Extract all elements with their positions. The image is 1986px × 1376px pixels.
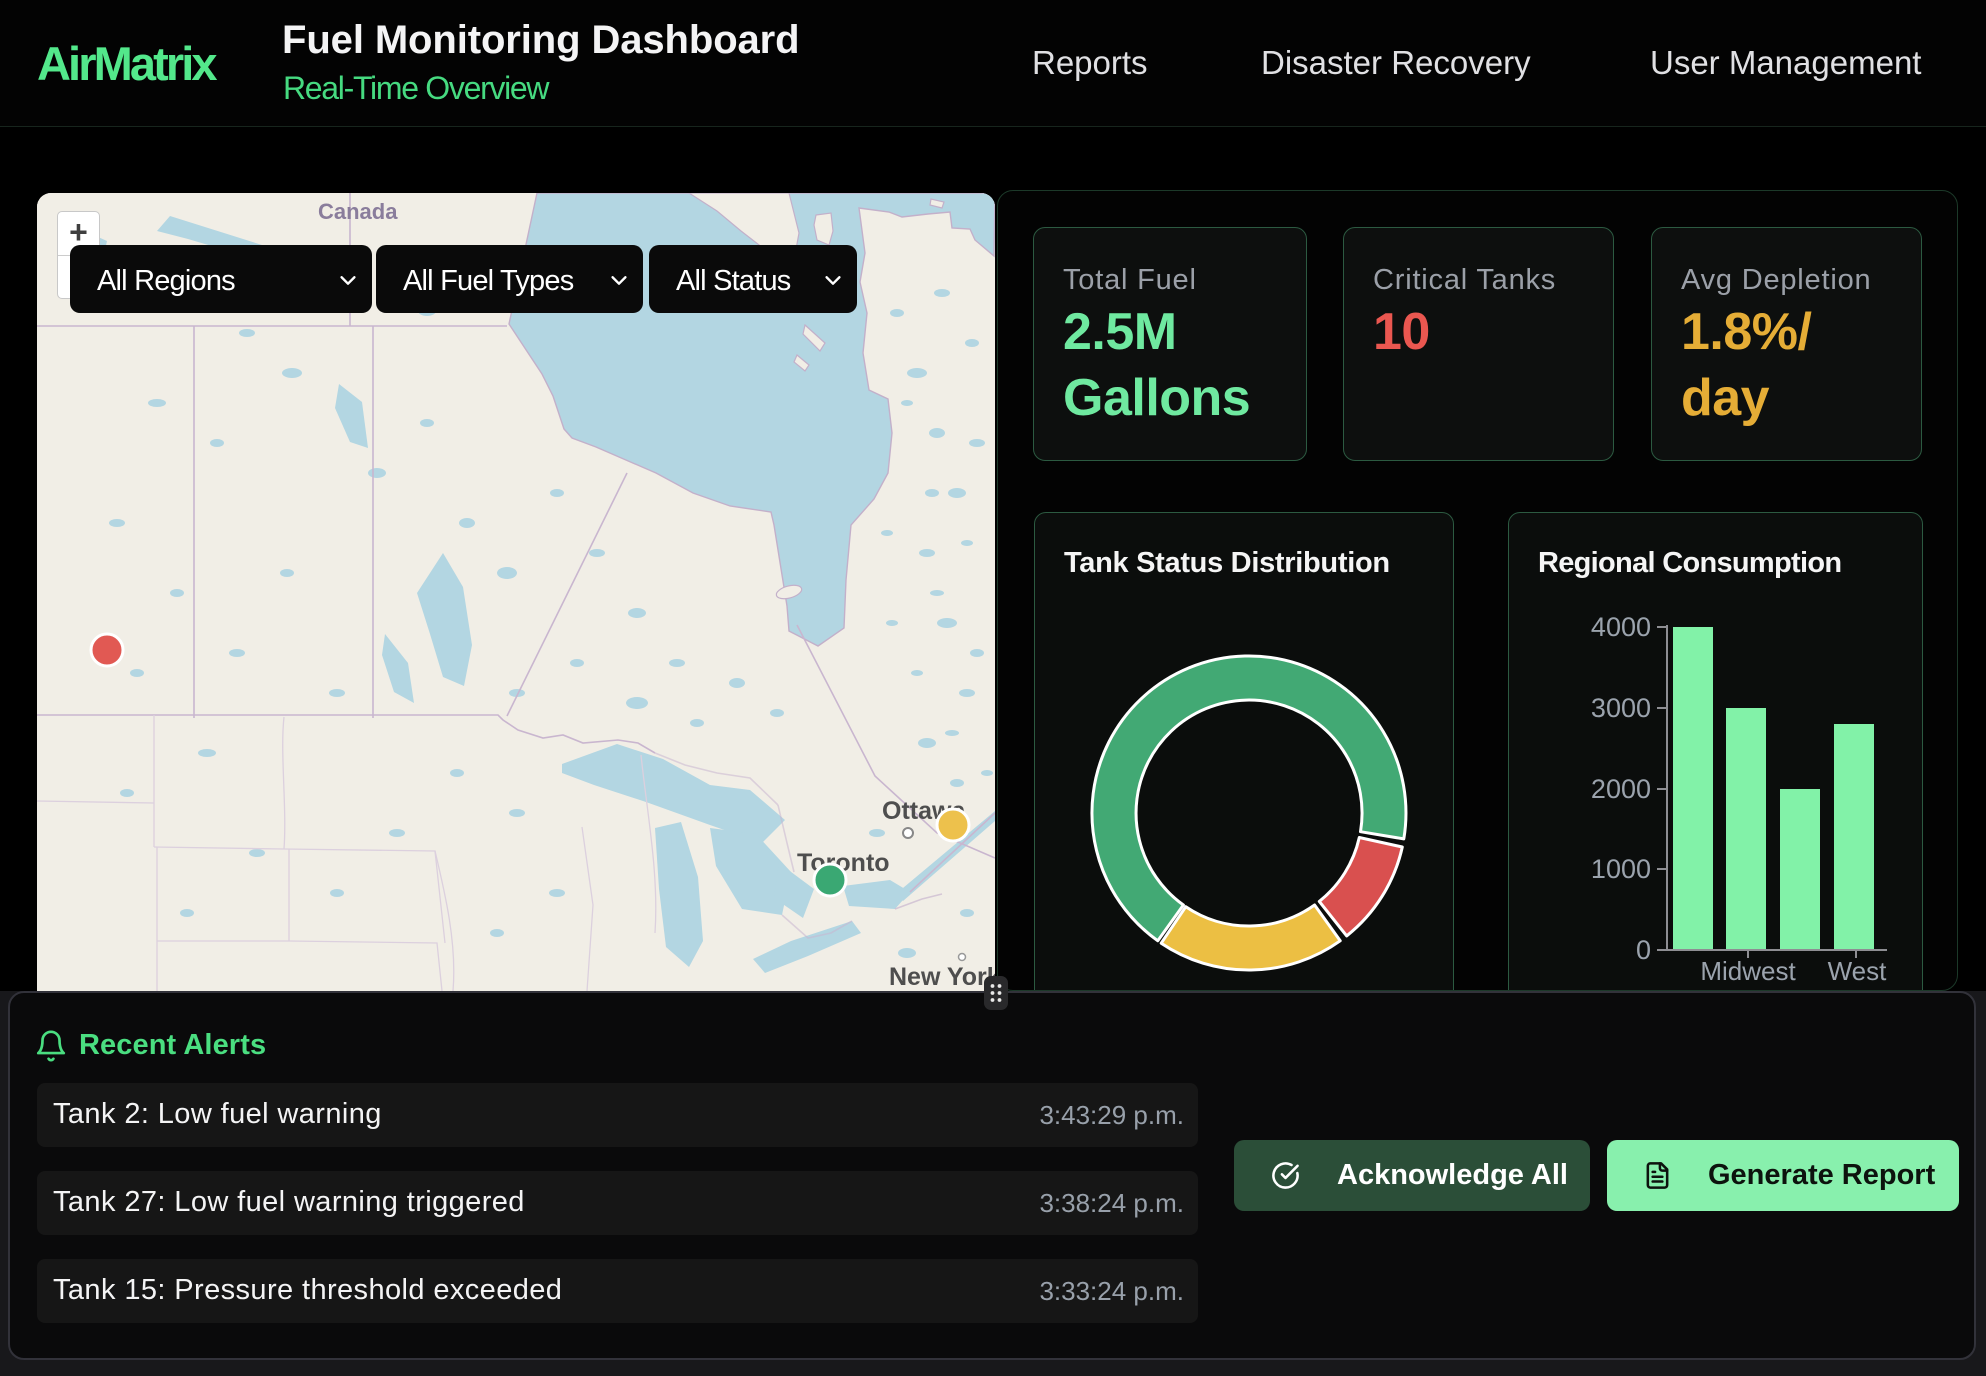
svg-text:4000: 4000 <box>1591 612 1651 642</box>
svg-text:2000: 2000 <box>1591 774 1651 804</box>
svg-text:West: West <box>1828 956 1888 986</box>
svg-text:3000: 3000 <box>1591 693 1651 723</box>
svg-text:Canada: Canada <box>318 199 398 224</box>
svg-text:1000: 1000 <box>1591 854 1651 884</box>
svg-text:Midwest: Midwest <box>1700 956 1796 986</box>
svg-text:0: 0 <box>1636 935 1651 965</box>
svg-text:New York: New York <box>889 963 995 991</box>
